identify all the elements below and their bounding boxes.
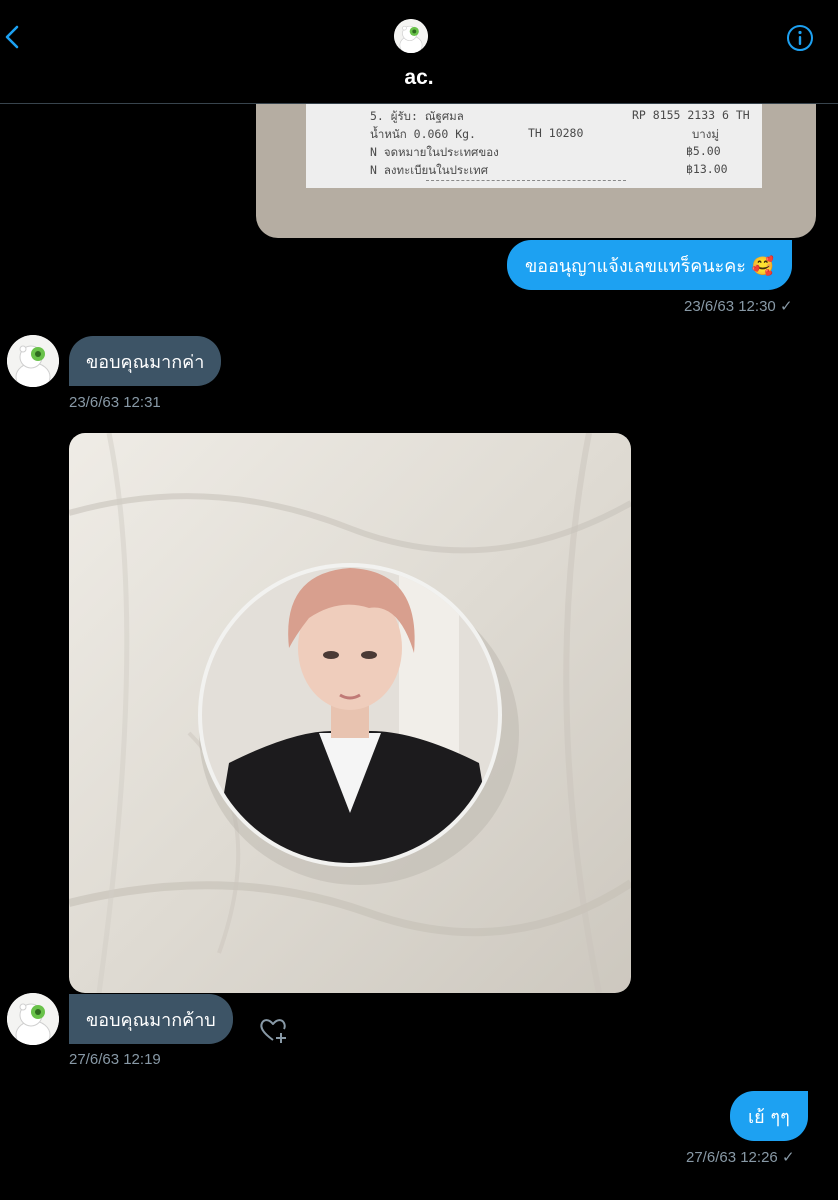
read-check-icon: ✓ [779,298,793,315]
message-timestamp: 27/6/63 12:26 ✓ [686,1148,795,1166]
sender-avatar[interactable] [7,993,59,1045]
incoming-message-bubble[interactable]: ขอบคุณมากค้าบ [69,994,233,1044]
photo-message[interactable] [69,433,631,993]
receipt-line-left: น้ำหนัก 0.060 Kg. [370,127,476,141]
sender-avatar[interactable] [7,335,59,387]
read-check-icon: ✓ [781,1149,795,1166]
receipt-paper: 5. ผู้รับ: ณัฐศมล RP 8155 2133 6 TH น้ำห… [306,104,762,188]
receipt-line-right: บางมู่ [692,127,719,141]
receipt-line-left: 5. ผู้รับ: ณัฐศมล [370,109,464,123]
receipt-line-left: N จดหมายในประเทศของ [370,145,499,159]
message-timestamp: 27/6/63 12:19 [69,1051,161,1068]
receipt-line-left: N ลงทะเบียนในประเทศ [370,163,489,177]
message-text: ขอบคุณมากค่า [86,351,205,373]
conversation-title: ac. [404,66,434,89]
conversation-header: ac. [0,0,838,104]
heart-plus-icon [260,1019,286,1043]
receipt-line-right: ฿5.00 [686,144,721,158]
message-text: ขออนุญาแจ้งเลขแทร็คนะคะ 🥰 [525,255,775,277]
message-text: เย้ ๆๆ [748,1106,790,1128]
incoming-message-bubble[interactable]: ขอบคุณมากค่า [69,336,222,386]
bear-avatar-icon [394,19,428,53]
message-text: ขอบคุณมากค้าบ [86,1009,216,1031]
timestamp-text: 23/6/63 12:30 [684,298,776,315]
photo-badge-image [69,433,631,993]
receipt-line-mid: TH 10280 [528,126,584,140]
timestamp-text: 27/6/63 12:26 [686,1149,778,1166]
chevron-left-icon [5,25,19,49]
receipt-line-right: ฿13.00 [686,162,728,176]
outgoing-message-bubble[interactable]: เย้ ๆๆ [730,1091,808,1141]
bear-avatar-icon [7,335,59,387]
info-button[interactable] [786,24,814,52]
bear-avatar-icon [7,993,59,1045]
message-timestamp: 23/6/63 12:31 [69,394,161,411]
outgoing-message-bubble[interactable]: ขออนุญาแจ้งเลขแทร็คนะคะ 🥰 [507,240,793,290]
back-button[interactable] [2,24,24,50]
add-reaction-button[interactable] [257,1014,289,1046]
info-icon [787,25,813,51]
header-avatar[interactable] [394,19,428,53]
receipt-line-right: RP 8155 2133 6 TH [632,108,750,122]
receipt-photo[interactable]: 5. ผู้รับ: ณัฐศมล RP 8155 2133 6 TH น้ำห… [256,104,816,238]
message-timestamp: 23/6/63 12:30 ✓ [684,297,793,315]
receipt-dashed-divider [426,180,626,181]
